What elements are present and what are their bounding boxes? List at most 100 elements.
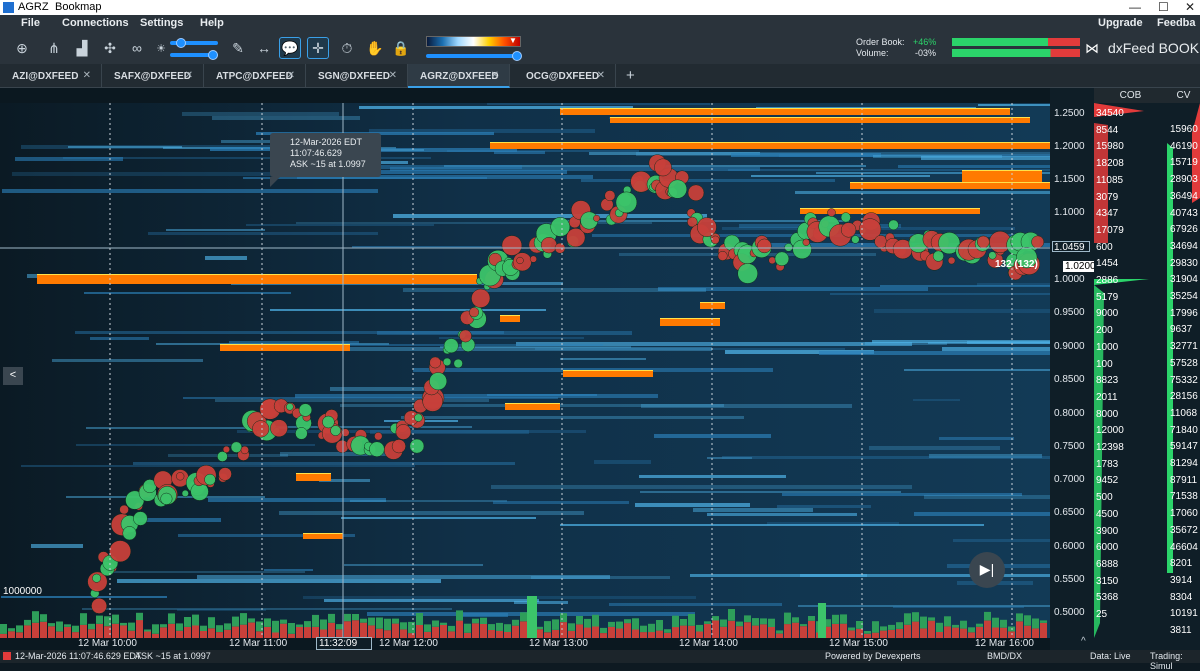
maximize-button[interactable]: ☐ [1158,0,1169,14]
close-tab-icon[interactable]: ✕ [185,70,193,81]
close-window-button[interactable]: ✕ [1185,0,1195,14]
chevron-up-icon[interactable]: ^ [1081,636,1086,647]
heatmap-range-knob[interactable] [512,51,522,61]
tab-label: OCG@DXFEED [526,71,600,82]
minimize-button[interactable]: — [1129,0,1141,14]
liquidity-level [494,151,545,154]
price-tick-label: 0.8000 [1054,408,1085,419]
tab-safx[interactable]: SAFX@DXFEED ✕ [102,64,204,88]
link-icon[interactable]: ∞ [126,37,148,59]
tab-agrz[interactable]: AGRZ@DXFEED ✕ [408,64,510,88]
trade-bubble [295,427,308,440]
trade-bubble [840,222,857,238]
tab-ocg[interactable]: OCG@DXFEED ✕ [514,64,616,88]
trade-bubble [414,413,423,422]
heatmap-range-slider[interactable] [426,54,521,58]
liquidity-level [264,569,313,571]
volume-bar-buy [960,620,967,629]
volume-bar-buy [504,624,511,632]
cob-value: 12000 [1096,425,1124,437]
close-tab-icon[interactable]: ✕ [389,70,397,81]
liquidity-level [487,103,710,105]
replay-play-button[interactable]: ▶| [969,552,1005,588]
network-icon[interactable]: ⋔ [43,37,65,59]
heatmap-color-selector[interactable] [426,36,521,47]
volume-bar-buy [72,625,79,633]
pencil-icon[interactable]: ✎ [227,37,249,59]
brightness-slider-knob[interactable] [176,38,186,48]
feedback-link[interactable]: Feedba [1157,17,1196,29]
liquidity-level [751,175,930,177]
order-book-value: +46% [913,37,937,47]
trade-bubble [593,214,601,222]
volume-bar-buy [16,625,23,633]
liquidity-level [640,491,901,493]
liquidity-level [341,517,536,519]
add-tab-button[interactable]: + [626,67,635,84]
volume-bar-buy [128,622,135,631]
volume-bar-buy [0,624,7,634]
trade-bubble [976,235,990,249]
volume-bar-sell [232,626,239,638]
volume-bar-sell [392,623,399,638]
price-tick-label: 1.0000 [1054,274,1085,285]
layout-icon[interactable]: ✣ [99,37,121,59]
hand-icon[interactable]: ✋ [364,37,386,59]
volume-bar-buy [688,614,695,626]
contrast-slider-knob[interactable] [208,50,218,60]
add-chart-icon[interactable]: ⊕ [11,37,33,59]
tab-sgn[interactable]: SGN@DXFEED ✕ [306,64,408,88]
menu-settings[interactable]: Settings [140,17,183,29]
volume-bar-sell [960,628,967,638]
tooltip-time: 11:07:46.629 [290,148,342,158]
liquidity-level [924,495,1050,499]
volume-bar-buy [184,617,191,627]
trade-bubble [888,219,899,231]
cvd-value: 17060 [1170,508,1198,520]
trade-bubble [181,489,189,497]
liquidity-level [177,609,266,611]
volume-bar-sell [760,624,767,638]
menu-file[interactable]: File [21,17,40,29]
tab-atpc[interactable]: ATPC@DXFEED ✕ [204,64,306,88]
volume-bar-sell [264,626,271,638]
bar-chart-icon[interactable]: ▟ [71,37,93,59]
volume-bar-buy [112,614,119,624]
heatmap-chart[interactable]: < 1000000 ▶| 132 (132) [0,103,1050,638]
large-order-level [962,171,1042,183]
volume-label: Volume: [856,48,889,58]
cvd-value: 35254 [1170,291,1198,302]
comment-icon[interactable]: 💬 [279,37,301,59]
cvd-value: 10191 [1170,608,1198,620]
ruler-icon[interactable]: ↔ [253,37,275,59]
cob-value: 6000 [1096,542,1119,554]
lock-icon[interactable]: 🔒 [390,37,412,59]
close-tab-icon[interactable]: ✕ [287,70,295,81]
close-tab-icon[interactable]: ✕ [83,70,91,81]
tab-azi[interactable]: AZI@DXFEED ✕ [0,64,102,88]
volume-bar-sell [1032,628,1039,638]
axis-corner [1050,638,1200,650]
large-order-level [37,275,477,284]
volume-bar-sell [888,629,895,638]
trade-bubble [737,263,758,284]
close-tab-icon[interactable]: ✕ [597,70,605,81]
volume-bar-buy [520,612,527,622]
crosshair-icon[interactable]: ✛ [307,37,329,59]
chevron-down-icon[interactable]: ▼ [509,36,517,45]
price-tick-label: 0.5500 [1054,574,1085,585]
trade-bubble [204,473,216,486]
volume-bar-buy [440,622,447,625]
collapse-panel-button[interactable]: < [3,367,23,385]
time-axis[interactable] [0,638,1050,650]
liquidity-level [560,358,646,360]
menu-help[interactable]: Help [200,17,224,29]
stopwatch-icon[interactable]: ⏱ [336,37,358,59]
liquidity-level [819,351,1050,355]
volume-bar-buy [88,623,95,630]
cvd-value: 11068 [1170,407,1198,419]
close-tab-icon[interactable]: ✕ [491,70,499,81]
upgrade-link[interactable]: Upgrade [1098,17,1143,29]
menu-connections[interactable]: Connections [62,17,129,29]
liquidity-level [928,342,1050,344]
